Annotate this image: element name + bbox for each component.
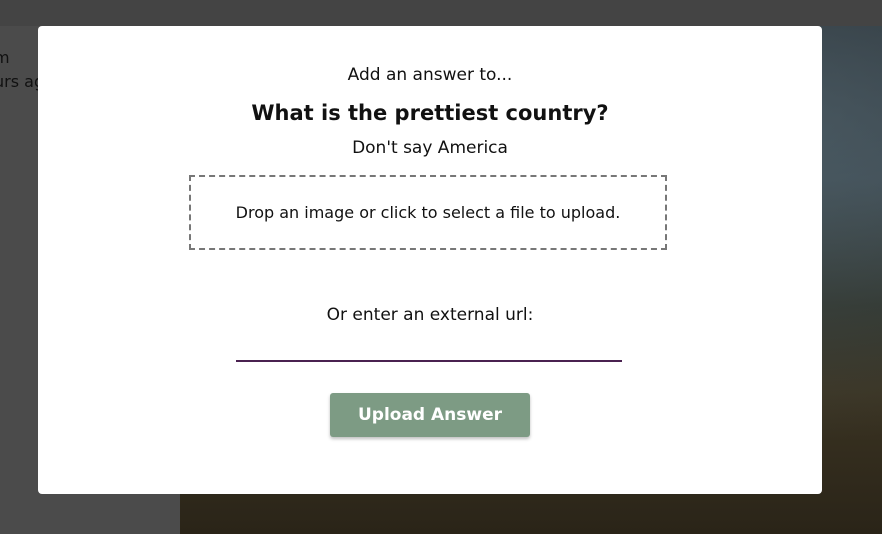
add-answer-modal: Add an answer to... What is the pretties… — [38, 26, 822, 494]
external-url-label: Or enter an external url: — [326, 305, 534, 325]
upload-answer-button[interactable]: Upload Answer — [330, 393, 530, 437]
external-url-input[interactable] — [236, 341, 622, 362]
question-title: What is the prettiest country? — [251, 101, 609, 125]
page: m urs ag Add an answer to... What is the… — [0, 0, 882, 534]
modal-prompt: Add an answer to... — [347, 65, 513, 85]
background-top-bar — [0, 0, 882, 26]
image-dropzone[interactable]: Drop an image or click to select a file … — [189, 175, 667, 250]
question-description: Don't say America — [352, 138, 508, 158]
dropzone-label: Drop an image or click to select a file … — [235, 203, 621, 222]
